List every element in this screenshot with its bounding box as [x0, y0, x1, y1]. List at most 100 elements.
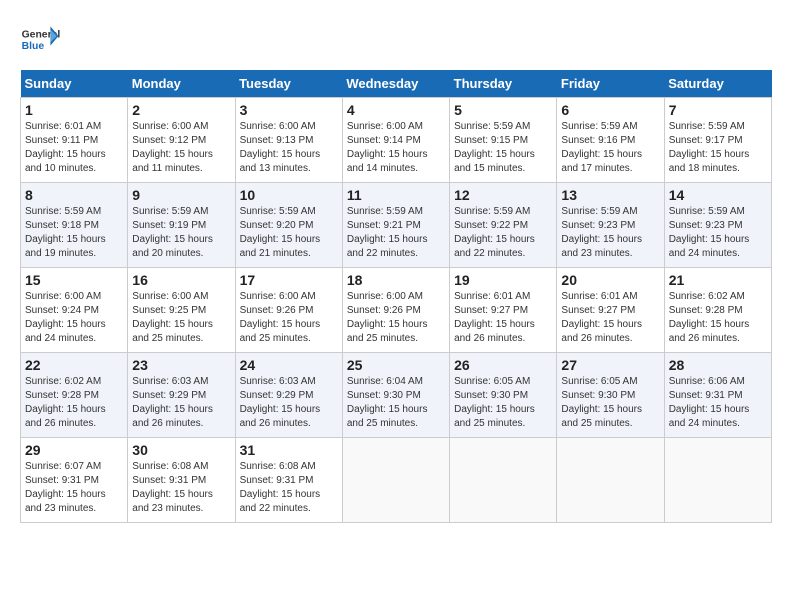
- day-number: 3: [240, 102, 338, 118]
- calendar-cell: 23 Sunrise: 6:03 AMSunset: 9:29 PMDaylig…: [128, 353, 235, 438]
- day-info: Sunrise: 6:05 AMSunset: 9:30 PMDaylight:…: [454, 375, 552, 431]
- day-number: 15: [25, 272, 123, 288]
- calendar-cell: 20 Sunrise: 6:01 AMSunset: 9:27 PMDaylig…: [557, 268, 664, 353]
- day-number: 7: [669, 102, 767, 118]
- calendar-cell: [450, 438, 557, 523]
- day-info: Sunrise: 6:08 AMSunset: 9:31 PMDaylight:…: [132, 460, 230, 516]
- calendar-cell: 7 Sunrise: 5:59 AMSunset: 9:17 PMDayligh…: [664, 98, 771, 183]
- page-header: General Blue: [20, 20, 772, 60]
- day-info: Sunrise: 5:59 AMSunset: 9:23 PMDaylight:…: [561, 205, 659, 261]
- calendar-cell: 8 Sunrise: 5:59 AMSunset: 9:18 PMDayligh…: [21, 183, 128, 268]
- day-number: 26: [454, 357, 552, 373]
- calendar-cell: 19 Sunrise: 6:01 AMSunset: 9:27 PMDaylig…: [450, 268, 557, 353]
- calendar-cell: 30 Sunrise: 6:08 AMSunset: 9:31 PMDaylig…: [128, 438, 235, 523]
- calendar-cell: [664, 438, 771, 523]
- calendar-table: SundayMondayTuesdayWednesdayThursdayFrid…: [20, 70, 772, 523]
- day-info: Sunrise: 6:00 AMSunset: 9:13 PMDaylight:…: [240, 120, 338, 176]
- day-info: Sunrise: 5:59 AMSunset: 9:16 PMDaylight:…: [561, 120, 659, 176]
- day-info: Sunrise: 6:00 AMSunset: 9:14 PMDaylight:…: [347, 120, 445, 176]
- calendar-cell: [342, 438, 449, 523]
- day-info: Sunrise: 6:03 AMSunset: 9:29 PMDaylight:…: [240, 375, 338, 431]
- day-info: Sunrise: 6:01 AMSunset: 9:27 PMDaylight:…: [561, 290, 659, 346]
- calendar-cell: 9 Sunrise: 5:59 AMSunset: 9:19 PMDayligh…: [128, 183, 235, 268]
- day-info: Sunrise: 5:59 AMSunset: 9:18 PMDaylight:…: [25, 205, 123, 261]
- day-number: 5: [454, 102, 552, 118]
- day-info: Sunrise: 6:07 AMSunset: 9:31 PMDaylight:…: [25, 460, 123, 516]
- calendar-week-row: 15 Sunrise: 6:00 AMSunset: 9:24 PMDaylig…: [21, 268, 772, 353]
- weekday-header: Friday: [557, 70, 664, 98]
- day-number: 10: [240, 187, 338, 203]
- logo-icon: General Blue: [20, 20, 60, 60]
- calendar-cell: 6 Sunrise: 5:59 AMSunset: 9:16 PMDayligh…: [557, 98, 664, 183]
- calendar-cell: 1 Sunrise: 6:01 AMSunset: 9:11 PMDayligh…: [21, 98, 128, 183]
- day-number: 19: [454, 272, 552, 288]
- day-number: 11: [347, 187, 445, 203]
- calendar-cell: 3 Sunrise: 6:00 AMSunset: 9:13 PMDayligh…: [235, 98, 342, 183]
- calendar-cell: 25 Sunrise: 6:04 AMSunset: 9:30 PMDaylig…: [342, 353, 449, 438]
- day-info: Sunrise: 6:01 AMSunset: 9:11 PMDaylight:…: [25, 120, 123, 176]
- calendar-cell: 2 Sunrise: 6:00 AMSunset: 9:12 PMDayligh…: [128, 98, 235, 183]
- day-info: Sunrise: 6:00 AMSunset: 9:26 PMDaylight:…: [347, 290, 445, 346]
- day-number: 16: [132, 272, 230, 288]
- day-number: 21: [669, 272, 767, 288]
- calendar-cell: 22 Sunrise: 6:02 AMSunset: 9:28 PMDaylig…: [21, 353, 128, 438]
- day-number: 28: [669, 357, 767, 373]
- day-info: Sunrise: 6:00 AMSunset: 9:24 PMDaylight:…: [25, 290, 123, 346]
- weekday-header: Saturday: [664, 70, 771, 98]
- day-info: Sunrise: 5:59 AMSunset: 9:19 PMDaylight:…: [132, 205, 230, 261]
- weekday-header: Tuesday: [235, 70, 342, 98]
- day-number: 24: [240, 357, 338, 373]
- day-number: 20: [561, 272, 659, 288]
- day-info: Sunrise: 6:05 AMSunset: 9:30 PMDaylight:…: [561, 375, 659, 431]
- day-number: 30: [132, 442, 230, 458]
- calendar-week-row: 8 Sunrise: 5:59 AMSunset: 9:18 PMDayligh…: [21, 183, 772, 268]
- day-info: Sunrise: 5:59 AMSunset: 9:20 PMDaylight:…: [240, 205, 338, 261]
- calendar-cell: 27 Sunrise: 6:05 AMSunset: 9:30 PMDaylig…: [557, 353, 664, 438]
- calendar-cell: 28 Sunrise: 6:06 AMSunset: 9:31 PMDaylig…: [664, 353, 771, 438]
- day-info: Sunrise: 5:59 AMSunset: 9:22 PMDaylight:…: [454, 205, 552, 261]
- day-number: 4: [347, 102, 445, 118]
- day-info: Sunrise: 5:59 AMSunset: 9:15 PMDaylight:…: [454, 120, 552, 176]
- weekday-header: Thursday: [450, 70, 557, 98]
- calendar-cell: 24 Sunrise: 6:03 AMSunset: 9:29 PMDaylig…: [235, 353, 342, 438]
- calendar-cell: 16 Sunrise: 6:00 AMSunset: 9:25 PMDaylig…: [128, 268, 235, 353]
- day-number: 29: [25, 442, 123, 458]
- weekday-header: Wednesday: [342, 70, 449, 98]
- calendar-week-row: 29 Sunrise: 6:07 AMSunset: 9:31 PMDaylig…: [21, 438, 772, 523]
- day-number: 9: [132, 187, 230, 203]
- weekday-header-row: SundayMondayTuesdayWednesdayThursdayFrid…: [21, 70, 772, 98]
- day-number: 23: [132, 357, 230, 373]
- weekday-header: Sunday: [21, 70, 128, 98]
- day-number: 2: [132, 102, 230, 118]
- day-number: 13: [561, 187, 659, 203]
- day-info: Sunrise: 6:00 AMSunset: 9:26 PMDaylight:…: [240, 290, 338, 346]
- day-number: 14: [669, 187, 767, 203]
- calendar-cell: 18 Sunrise: 6:00 AMSunset: 9:26 PMDaylig…: [342, 268, 449, 353]
- svg-text:Blue: Blue: [22, 41, 45, 52]
- calendar-cell: 14 Sunrise: 5:59 AMSunset: 9:23 PMDaylig…: [664, 183, 771, 268]
- day-info: Sunrise: 6:00 AMSunset: 9:25 PMDaylight:…: [132, 290, 230, 346]
- day-number: 17: [240, 272, 338, 288]
- day-number: 8: [25, 187, 123, 203]
- weekday-header: Monday: [128, 70, 235, 98]
- day-info: Sunrise: 5:59 AMSunset: 9:21 PMDaylight:…: [347, 205, 445, 261]
- day-info: Sunrise: 6:08 AMSunset: 9:31 PMDaylight:…: [240, 460, 338, 516]
- day-info: Sunrise: 6:02 AMSunset: 9:28 PMDaylight:…: [669, 290, 767, 346]
- calendar-cell: [557, 438, 664, 523]
- calendar-cell: 26 Sunrise: 6:05 AMSunset: 9:30 PMDaylig…: [450, 353, 557, 438]
- day-number: 31: [240, 442, 338, 458]
- day-info: Sunrise: 6:00 AMSunset: 9:12 PMDaylight:…: [132, 120, 230, 176]
- calendar-cell: 17 Sunrise: 6:00 AMSunset: 9:26 PMDaylig…: [235, 268, 342, 353]
- day-info: Sunrise: 5:59 AMSunset: 9:23 PMDaylight:…: [669, 205, 767, 261]
- day-info: Sunrise: 6:04 AMSunset: 9:30 PMDaylight:…: [347, 375, 445, 431]
- day-info: Sunrise: 6:02 AMSunset: 9:28 PMDaylight:…: [25, 375, 123, 431]
- calendar-cell: 31 Sunrise: 6:08 AMSunset: 9:31 PMDaylig…: [235, 438, 342, 523]
- calendar-week-row: 1 Sunrise: 6:01 AMSunset: 9:11 PMDayligh…: [21, 98, 772, 183]
- day-number: 6: [561, 102, 659, 118]
- calendar-cell: 29 Sunrise: 6:07 AMSunset: 9:31 PMDaylig…: [21, 438, 128, 523]
- logo: General Blue: [20, 20, 64, 60]
- day-number: 18: [347, 272, 445, 288]
- calendar-cell: 12 Sunrise: 5:59 AMSunset: 9:22 PMDaylig…: [450, 183, 557, 268]
- day-number: 1: [25, 102, 123, 118]
- calendar-cell: 11 Sunrise: 5:59 AMSunset: 9:21 PMDaylig…: [342, 183, 449, 268]
